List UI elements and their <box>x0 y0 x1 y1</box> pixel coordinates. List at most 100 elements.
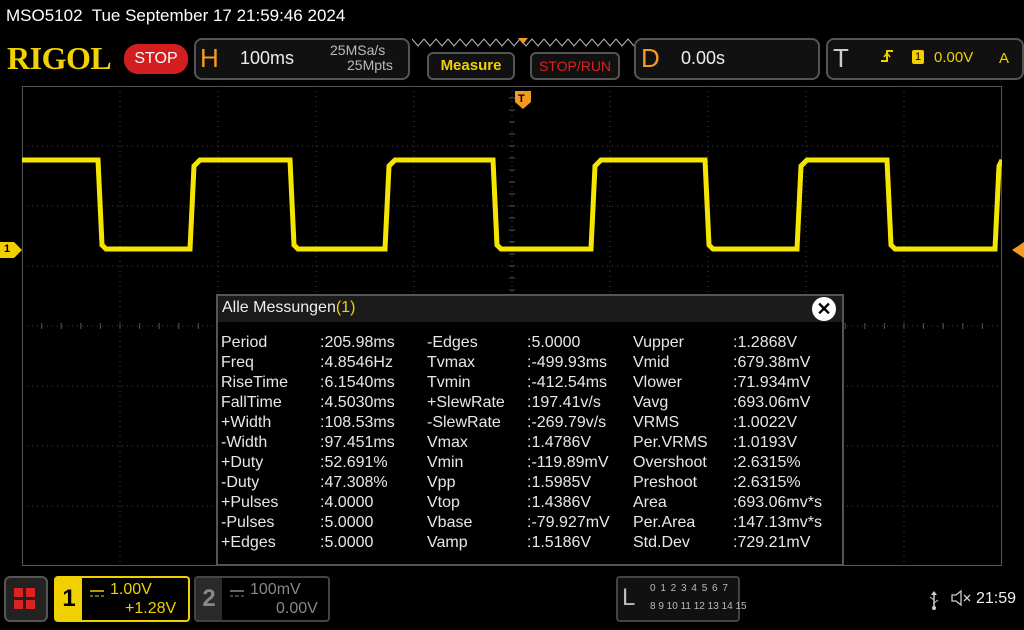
measurement-names-column: -Edges Tvmax Tvmin +SlewRate -SlewRate Vmax Vm… <box>427 333 505 553</box>
measurement-name: Vupper <box>633 334 684 351</box>
measurement-name: Vlower <box>633 374 682 391</box>
measurement-name: Per.VRMS <box>633 434 708 451</box>
measurement-value: :1.0193V <box>733 434 798 451</box>
measurement-value: :97.451ms <box>320 434 395 451</box>
channel-2-scale: 100mV <box>250 581 301 598</box>
measurement-name: Vtop <box>427 494 460 511</box>
measurement-values-column: :205.98ms:4.8546Hz:6.1540ms:4.5030ms:108… <box>320 333 395 553</box>
measurement-name: -Edges <box>427 334 478 351</box>
dc-coupling-icon <box>230 585 244 603</box>
rising-edge-icon <box>880 48 894 67</box>
measurement-value: :147.13mv*s <box>733 514 822 531</box>
memory-depth: 25Mpts <box>347 57 393 73</box>
measurement-name: VRMS <box>633 414 680 431</box>
channel-1-offset-marker[interactable]: 1 <box>0 242 22 258</box>
measure-button[interactable]: Measure <box>427 52 515 80</box>
measurement-value: :1.0022V <box>733 414 798 431</box>
measurement-value: :-269.79v/s <box>527 414 607 431</box>
measurement-value: :1.4786V <box>527 434 592 451</box>
stop-run-button[interactable]: STOP/RUN <box>530 52 620 80</box>
measurement-name: FallTime <box>221 394 282 411</box>
measurement-value: :729.21mV <box>733 534 811 551</box>
measurement-name: -Duty <box>221 474 260 491</box>
measurement-name: Vamp <box>427 534 468 551</box>
timebase-value: 100ms <box>240 48 295 68</box>
logic-analyzer-letter: L <box>622 584 636 611</box>
usb-icon <box>927 590 941 614</box>
measurement-value: :2.6315% <box>733 474 801 491</box>
measurement-name: Vmax <box>427 434 468 451</box>
brand-logo: RIGOL <box>7 40 112 76</box>
measurement-name: Tvmax <box>427 354 475 371</box>
measurement-value: :71.934mV <box>733 374 811 391</box>
trigger-letter: T <box>833 43 849 73</box>
measurement-value: :1.4386V <box>527 494 592 511</box>
model-name: MSO5102 <box>6 6 83 25</box>
measurement-names-column: Vupper Vmid Vlower Vavg VRMS Per.VRMS Overshoo… <box>633 333 708 553</box>
measurement-value: :1.5985V <box>527 474 592 491</box>
measurement-name: Area <box>633 494 667 511</box>
measurement-name: Tvmin <box>427 374 471 391</box>
measurement-values-column: :1.2868V :679.38mV :71.934mV :693.06mV :1.00… <box>733 333 822 553</box>
delay-panel[interactable] <box>634 38 820 80</box>
measurement-value: :693.06mv*s <box>733 494 822 511</box>
delay-letter: D <box>641 43 660 73</box>
measurement-names-column: Period Freq RiseTime FallTime +Width -Width +D… <box>221 333 288 553</box>
measurement-value: :693.06mV <box>733 394 811 411</box>
measurement-value: :47.308% <box>320 474 388 491</box>
trigger-level-marker[interactable] <box>1012 242 1024 258</box>
channel-1-scale: 1.00V <box>110 581 152 598</box>
measurement-name: Vavg <box>633 394 669 411</box>
run-state-badge[interactable]: STOP <box>124 44 188 74</box>
measurement-value: :1.2868V <box>733 334 798 351</box>
measurement-title-channel: (1) <box>335 299 356 316</box>
measurement-title-text: Alle Messungen <box>222 299 336 316</box>
measurement-value: :2.6315% <box>733 454 801 471</box>
main-menu-button[interactable] <box>4 576 48 622</box>
measurement-value: :1.5186V <box>527 534 592 551</box>
close-icon[interactable]: ✕ <box>812 297 836 321</box>
measurement-name: Vbase <box>427 514 473 531</box>
measurement-value: :52.691% <box>320 454 388 471</box>
delay-value: 0.00s <box>681 48 726 68</box>
measurement-value: :-499.93ms <box>527 354 608 371</box>
trigger-position-marker: T <box>515 91 531 109</box>
measurement-name: Per.Area <box>633 514 696 531</box>
measurement-name: +Duty <box>221 454 264 471</box>
measurement-name: +Width <box>221 414 272 431</box>
measurement-value: :5.0000 <box>320 534 374 551</box>
measurement-value: :679.38mV <box>733 354 811 371</box>
measurement-name: -Pulses <box>221 514 275 531</box>
measurement-name: -SlewRate <box>427 414 501 431</box>
channel-1-trace <box>22 157 1002 252</box>
measurement-name: Vmin <box>427 454 464 471</box>
measurement-value: :4.5030ms <box>320 394 395 411</box>
measurement-value: :5.0000 <box>320 514 374 531</box>
measurement-value: :6.1540ms <box>320 374 395 391</box>
measurement-window-title: Alle Messungen(1) <box>222 299 355 317</box>
trigger-panel[interactable] <box>826 38 1024 80</box>
channel-1-number: 1 <box>56 578 82 620</box>
channel-2-offset: 0.00V <box>276 600 318 617</box>
measurement-name: +SlewRate <box>427 394 505 411</box>
measurement-value: :-79.927mV <box>527 514 610 531</box>
measurement-name: Overshoot <box>633 454 707 471</box>
measurement-name: RiseTime <box>221 374 288 391</box>
measurement-value: :4.0000 <box>320 494 374 511</box>
logic-channels-row-2: 8 9 10 11 12 13 14 15 <box>650 601 747 612</box>
measurement-name: Preshoot <box>633 474 698 491</box>
measurement-name: Vmid <box>633 354 670 371</box>
measurement-name: Period <box>221 334 268 351</box>
title-text: MSO5102 Tue September 17 21:59:46 2024 <box>6 6 345 26</box>
channel-1-offset: +1.28V <box>125 600 177 617</box>
dc-coupling-icon <box>90 585 104 603</box>
channel-1-marker-label: 1 <box>4 243 11 255</box>
measurement-name: Freq <box>221 354 254 371</box>
clock: 21:59 <box>976 590 1017 607</box>
speaker-muted-icon[interactable] <box>950 588 972 613</box>
measurement-value: :205.98ms <box>320 334 395 351</box>
trigger-level: 0.00V <box>934 49 974 66</box>
measurement-name: Vpp <box>427 474 456 491</box>
memory-position-bar <box>412 38 634 47</box>
measurement-value: :-412.54ms <box>527 374 608 391</box>
